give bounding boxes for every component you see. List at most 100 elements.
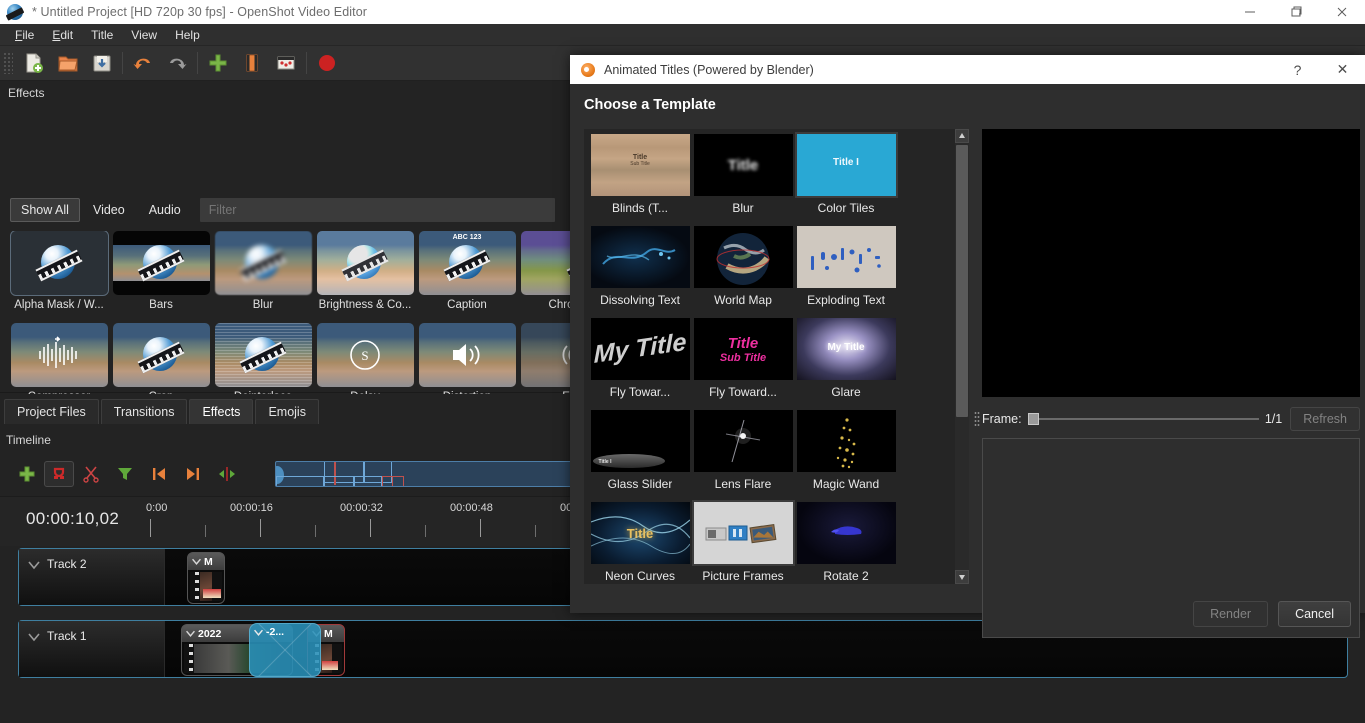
- template-thumbnail: [590, 226, 690, 288]
- menu-item-help[interactable]: Help: [166, 26, 209, 44]
- razor-icon[interactable]: [74, 459, 108, 489]
- template-preview-text: Title: [632, 154, 648, 161]
- tab-emojis[interactable]: Emojis: [255, 399, 319, 424]
- template-grid: Title Sub Title Blinds (T... Title Blur …: [589, 132, 955, 584]
- timeline-toolbar: [10, 458, 244, 490]
- template-item-neon-curves[interactable]: Title Neon Curves: [589, 502, 691, 584]
- render-button[interactable]: Render: [1193, 601, 1269, 627]
- export-video-icon[interactable]: [310, 48, 344, 78]
- tab-transitions[interactable]: Transitions: [100, 399, 188, 424]
- openshot-window: * Untitled Project [HD 720p 30 fps] - Op…: [0, 0, 1365, 723]
- track-header[interactable]: Track 2: [19, 549, 165, 605]
- template-item-glare[interactable]: My Title Glare: [795, 318, 897, 410]
- effect-item-alpha-mask[interactable]: Alpha Mask / W...: [8, 231, 110, 323]
- effects-filter-show-all[interactable]: Show All: [10, 198, 80, 222]
- template-item-glass-slider[interactable]: Title I Glass Slider: [589, 410, 691, 502]
- template-item-color-tiles[interactable]: Title I Color Tiles: [794, 132, 898, 226]
- smoke-graphic: [601, 248, 676, 265]
- template-label: Fly Towar...: [609, 385, 671, 399]
- track-name: Track 2: [47, 557, 87, 571]
- template-item-lens-flare[interactable]: Lens Flare: [692, 410, 794, 502]
- menu-item-edit[interactable]: Edit: [43, 26, 82, 44]
- effects-panel-title: Effects: [8, 86, 45, 100]
- svg-text:S: S: [361, 348, 368, 363]
- undo-icon[interactable]: [126, 48, 160, 78]
- clip-label: 2022: [198, 627, 222, 640]
- template-preview-subtext: Sub Title: [719, 351, 767, 364]
- effect-item-caption[interactable]: ABC 123 Caption: [416, 231, 518, 323]
- clip-label: M: [324, 627, 333, 640]
- zoom-seg: [354, 476, 382, 486]
- dialog-close-button[interactable]: ✕: [1320, 55, 1365, 84]
- fullscreen-icon[interactable]: [269, 48, 303, 78]
- open-project-icon[interactable]: [51, 48, 85, 78]
- minimize-icon[interactable]: [1227, 0, 1273, 24]
- template-thumbnail: [691, 500, 795, 566]
- template-thumbnail: [693, 226, 793, 288]
- dialog-help-button[interactable]: ?: [1275, 55, 1320, 84]
- template-item-dissolving-text[interactable]: Dissolving Text: [589, 226, 691, 318]
- tab-project-files[interactable]: Project Files: [4, 399, 99, 424]
- effect-item-bars[interactable]: Bars: [110, 231, 212, 323]
- tab-effects[interactable]: Effects: [189, 399, 254, 424]
- menu-item-file[interactable]: File: [6, 26, 43, 44]
- center-playhead-icon[interactable]: [210, 459, 244, 489]
- template-row: Title Sub Title Blinds (T... Title Blur …: [589, 132, 955, 226]
- filter-funnel-icon[interactable]: [108, 459, 142, 489]
- template-item-fly-toward-2[interactable]: Title Sub Title Fly Toward...: [692, 318, 794, 410]
- effect-thumbnail: [9, 231, 109, 296]
- close-icon[interactable]: [1319, 0, 1365, 24]
- effect-item-brightness[interactable]: Brightness & Co...: [314, 231, 416, 323]
- template-label: Rotate 2: [823, 569, 869, 583]
- timeline-transition[interactable]: -2...: [249, 623, 321, 677]
- frame-row-grip[interactable]: [974, 411, 980, 427]
- template-item-magic-wand[interactable]: Magic Wand: [795, 410, 897, 502]
- refresh-button[interactable]: Refresh: [1290, 407, 1360, 431]
- effects-filter-video[interactable]: Video: [82, 198, 136, 222]
- frame-slider-handle[interactable]: [1027, 413, 1039, 425]
- add-track-icon[interactable]: [235, 48, 269, 78]
- template-item-picture-frames[interactable]: Picture Frames: [691, 500, 795, 584]
- jump-start-icon[interactable]: [142, 459, 176, 489]
- template-item-rotate-2[interactable]: Rotate 2: [795, 502, 897, 584]
- zoom-seg: [276, 476, 324, 486]
- template-preview-text: Title I: [598, 459, 612, 465]
- scroll-down-arrow-icon[interactable]: [955, 570, 969, 584]
- snap-magnet-icon[interactable]: [44, 461, 74, 487]
- maximize-icon[interactable]: [1273, 0, 1319, 24]
- effect-label: Blur: [252, 299, 274, 311]
- template-thumbnail: [796, 226, 896, 288]
- new-project-icon[interactable]: [17, 48, 51, 78]
- template-label: Picture Frames: [702, 569, 784, 583]
- template-scrollbar[interactable]: [955, 129, 969, 584]
- cancel-button[interactable]: Cancel: [1278, 601, 1351, 627]
- template-thumbnail: Title Sub Title: [693, 318, 793, 380]
- scroll-up-arrow-icon[interactable]: [955, 129, 969, 143]
- frame-slider[interactable]: [1027, 411, 1259, 427]
- add-track-icon[interactable]: [10, 459, 44, 489]
- timeline-clip[interactable]: M: [187, 552, 225, 604]
- save-project-icon[interactable]: [85, 48, 119, 78]
- template-preview-text: Title I: [833, 156, 859, 168]
- ink-splatter-graphic: [810, 248, 881, 273]
- effects-filter-audio[interactable]: Audio: [138, 198, 192, 222]
- effect-item-blur[interactable]: Blur: [212, 231, 314, 323]
- chevron-down-icon: [28, 561, 40, 570]
- template-item-blur[interactable]: Title Blur: [692, 134, 794, 226]
- template-item-fly-toward-1[interactable]: My Title Fly Towar...: [589, 318, 691, 410]
- jump-end-icon[interactable]: [176, 459, 210, 489]
- template-item-exploding-text[interactable]: Exploding Text: [795, 226, 897, 318]
- effects-filter-input[interactable]: [199, 198, 555, 222]
- menu-item-view[interactable]: View: [122, 26, 166, 44]
- scrollbar-thumb[interactable]: [956, 145, 968, 417]
- track-name: Track 1: [47, 629, 87, 643]
- effect-thumbnail: [112, 231, 210, 295]
- import-files-icon[interactable]: [201, 48, 235, 78]
- template-label: Exploding Text: [807, 293, 885, 307]
- redo-icon[interactable]: [160, 48, 194, 78]
- template-item-world-map[interactable]: World Map: [692, 226, 794, 318]
- track-header[interactable]: Track 1: [19, 621, 165, 677]
- toolbar-grip[interactable]: [3, 52, 13, 74]
- menu-item-title[interactable]: Title: [82, 26, 122, 44]
- template-item-blinds[interactable]: Title Sub Title Blinds (T...: [589, 134, 691, 226]
